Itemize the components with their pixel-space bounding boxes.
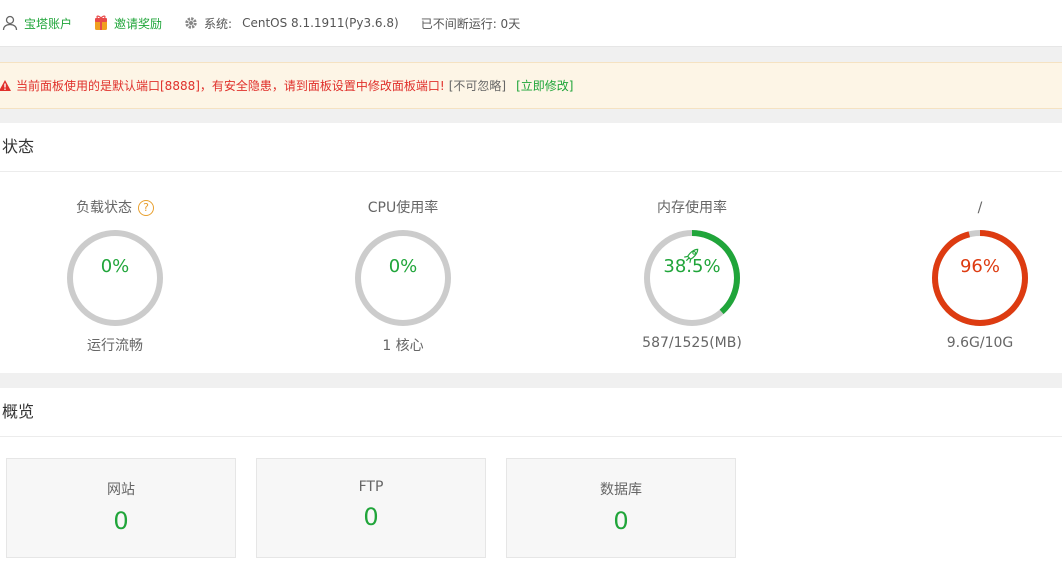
gauge-ring xyxy=(644,230,740,326)
gauge-subtext: 1 核心 xyxy=(382,338,424,354)
gauge-title-text: 负载状态 xyxy=(76,200,132,216)
gauge-title: 内存使用率 xyxy=(592,197,792,219)
overview-title: 概览 xyxy=(0,388,1062,437)
site-count[interactable]: 0 xyxy=(7,507,235,535)
gauge-cpu[interactable]: CPU使用率 0% 1 核心 xyxy=(303,197,503,355)
top-bar: 宝塔账户 邀请奖励 系统: CentOS 8.1.1911(Py3.6.8) 已… xyxy=(0,0,1062,47)
gauge-disk[interactable]: / 96% 9.6G/10G xyxy=(880,197,1062,351)
gauge-title: 负载状态? xyxy=(15,197,215,219)
alert-ignore-label: [不可忽略] xyxy=(448,79,507,93)
ftp-card[interactable]: FTP 0 xyxy=(256,458,486,558)
database-card[interactable]: 数据库 0 xyxy=(506,458,736,558)
gauge-title-text: / xyxy=(977,200,983,216)
ftp-label: FTP xyxy=(358,479,384,495)
gauge-value: 0% xyxy=(388,256,418,277)
invite-label: 邀请奖励 xyxy=(114,16,163,31)
gauge-title: / xyxy=(880,197,1062,219)
gear-icon xyxy=(185,17,197,29)
warning-icon xyxy=(0,80,11,91)
invite-link[interactable]: 邀请奖励 xyxy=(94,15,162,32)
gauge-memory[interactable]: 内存使用率 38.5% 587/1525(MB) xyxy=(592,197,792,351)
user-icon xyxy=(2,15,18,31)
uptime: 已不间断运行: 0天 xyxy=(420,16,521,31)
alert-message: 当前面板使用的是默认端口[8888]，有安全隐患，请到面板设置中修改面板端口! xyxy=(16,79,445,93)
gift-icon xyxy=(95,15,108,30)
security-alert: 当前面板使用的是默认端口[8888]，有安全隐患，请到面板设置中修改面板端口! … xyxy=(0,62,1062,109)
site-label: 网站 xyxy=(107,482,135,498)
site-card[interactable]: 网站 0 xyxy=(6,458,236,558)
gauge-subtext: 587/1525(MB) xyxy=(642,335,742,351)
gauge-ring xyxy=(355,230,451,326)
gauge-load[interactable]: 负载状态? 0% 运行流畅 xyxy=(15,197,215,355)
ftp-count[interactable]: 0 xyxy=(257,503,485,531)
database-label: 数据库 xyxy=(600,482,642,498)
gauge-value: 0% xyxy=(100,256,130,277)
gauge-track xyxy=(355,230,451,326)
account-link[interactable]: 宝塔账户 xyxy=(2,15,72,32)
system-value: CentOS 8.1.1911(Py3.6.8) xyxy=(242,16,399,30)
gauge-value: 96% xyxy=(959,256,1000,277)
database-count[interactable]: 0 xyxy=(507,507,735,535)
system-info: 系统: CentOS 8.1.1911(Py3.6.8) xyxy=(184,15,399,32)
help-icon[interactable]: ? xyxy=(138,200,154,216)
gauge-title: CPU使用率 xyxy=(303,197,503,219)
overview-panel: 概览 网站 0 FTP 0 数据库 0 xyxy=(0,388,1062,575)
fix-now-link[interactable]: [立即修改] xyxy=(516,77,573,94)
status-title: 状态 xyxy=(0,123,1062,172)
account-label: 宝塔账户 xyxy=(24,16,73,31)
system-label: 系统: xyxy=(204,16,233,31)
gauge-ring xyxy=(932,230,1028,326)
gauge-track xyxy=(67,230,163,326)
gauge-subtext: 9.6G/10G xyxy=(946,335,1014,351)
gauge-fill-arc xyxy=(932,230,1028,326)
gauge-title-text: CPU使用率 xyxy=(367,200,439,216)
gauge-subtext: 运行流畅 xyxy=(87,338,143,354)
gauge-ring xyxy=(67,230,163,326)
gauge-value: 38.5% xyxy=(663,256,721,277)
status-panel: 状态 负载状态? 0% 运行流畅 CPU使用率 0% 1 核心 内存使用率 38.5% 587/… xyxy=(0,123,1062,373)
gauge-title-text: 内存使用率 xyxy=(657,200,727,216)
